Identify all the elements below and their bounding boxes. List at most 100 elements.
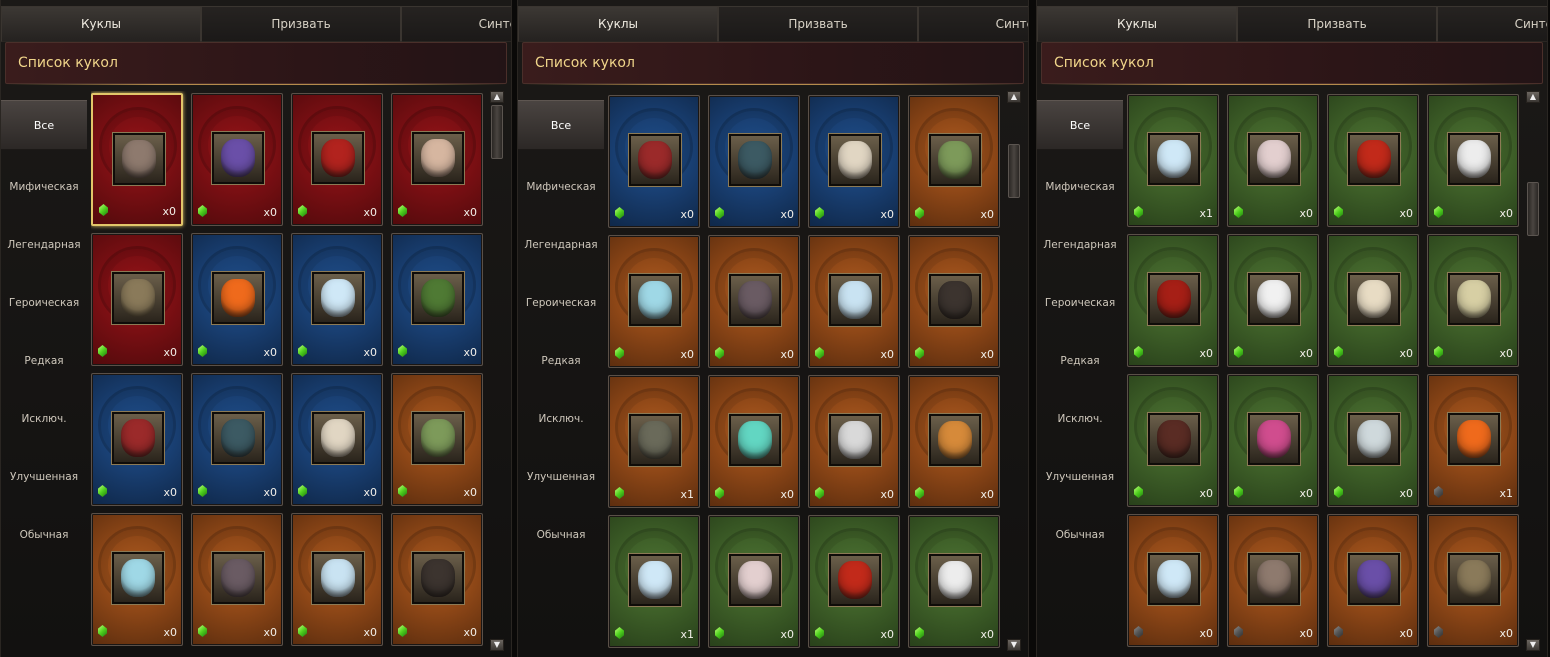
tab-synthesis[interactable]: Синтез [918,6,1028,42]
doll-card[interactable]: x0 [1227,374,1319,507]
filter-heroic[interactable]: Героическая [518,274,604,332]
doll-card[interactable]: x0 [191,93,283,226]
scroll-down-arrow-icon[interactable]: ▼ [490,639,504,651]
doll-card[interactable]: x0 [391,233,483,366]
doll-figure-icon [838,281,872,319]
tab-summon[interactable]: Призвать [201,6,401,42]
doll-card[interactable]: x1 [608,515,700,648]
filter-all[interactable]: Все [1037,100,1123,150]
doll-count: x0 [780,488,794,501]
grid-scrollbar[interactable]: ▲ ▼ [1007,91,1021,651]
filter-improved[interactable]: Улучшенная [1037,448,1123,506]
doll-card[interactable]: x0 [808,235,900,368]
doll-card[interactable]: x1 [608,375,700,508]
doll-card[interactable]: x0 [391,93,483,226]
doll-card[interactable]: x0 [291,93,383,226]
doll-figure-icon [938,421,972,459]
filter-common[interactable]: Обычная [1,506,87,564]
doll-card[interactable]: x0 [708,235,800,368]
filter-mythic[interactable]: Мифическая [1,158,87,216]
tab-summon[interactable]: Призвать [1237,6,1437,42]
filter-legendary[interactable]: Легендарная [1,216,87,274]
doll-card[interactable]: x0 [291,233,383,366]
doll-card[interactable]: x0 [1127,514,1219,647]
doll-card[interactable]: x0 [191,233,283,366]
doll-card[interactable]: x0 [91,373,183,506]
tab-summon[interactable]: Призвать [718,6,918,42]
doll-card[interactable]: x0 [1427,514,1519,647]
doll-card[interactable]: x0 [291,373,383,506]
doll-card[interactable]: x0 [1327,234,1419,367]
filter-common[interactable]: Обычная [1037,506,1123,564]
doll-card[interactable]: x0 [91,233,183,366]
scroll-down-arrow-icon[interactable]: ▼ [1526,639,1540,651]
filter-heroic[interactable]: Героическая [1037,274,1123,332]
doll-card[interactable]: x0 [908,375,1000,508]
filter-all[interactable]: Все [518,100,604,150]
green-crystal-icon [615,627,624,639]
filter-legendary[interactable]: Легендарная [1037,216,1123,274]
filter-legendary[interactable]: Легендарная [518,216,604,274]
filter-improved[interactable]: Улучшенная [1,448,87,506]
doll-card[interactable]: x0 [391,513,483,646]
doll-card[interactable]: x0 [191,513,283,646]
scroll-up-arrow-icon[interactable]: ▲ [490,91,504,103]
grid-scrollbar[interactable]: ▲ ▼ [490,91,504,651]
scroll-thumb[interactable] [491,105,503,159]
doll-card[interactable]: x0 [1127,234,1219,367]
doll-card[interactable]: x1 [1427,374,1519,507]
tab-dolls[interactable]: Куклы [518,6,718,42]
scroll-thumb[interactable] [1008,143,1020,198]
doll-card[interactable]: x0 [1327,374,1419,507]
scroll-up-arrow-icon[interactable]: ▲ [1007,91,1021,103]
doll-card[interactable]: x0 [1227,234,1319,367]
doll-card[interactable]: x0 [391,373,483,506]
doll-count: x0 [1199,627,1213,640]
doll-card[interactable]: x0 [908,95,1000,228]
doll-card[interactable]: x0 [1327,94,1419,227]
doll-card[interactable]: x0 [808,95,900,228]
doll-card[interactable]: x0 [1427,234,1519,367]
filter-improved[interactable]: Улучшенная [518,448,604,506]
filter-exclusive[interactable]: Исключ. [1037,390,1123,448]
doll-card[interactable]: x0 [91,513,183,646]
doll-card[interactable]: x0 [91,93,183,226]
doll-card[interactable]: x0 [608,235,700,368]
doll-card[interactable]: x0 [908,235,1000,368]
doll-card[interactable]: x0 [1127,374,1219,507]
doll-card[interactable]: x0 [808,515,900,648]
filter-exclusive[interactable]: Исключ. [1,390,87,448]
filter-rare[interactable]: Редкая [1037,332,1123,390]
doll-card[interactable]: x0 [1227,94,1319,227]
filter-mythic[interactable]: Мифическая [1037,158,1123,216]
doll-card[interactable]: x0 [1227,514,1319,647]
filter-common[interactable]: Обычная [518,506,604,564]
tab-synthesis[interactable]: Синтез [401,6,511,42]
doll-card[interactable]: x1 [1127,94,1219,227]
doll-portrait [829,134,881,186]
doll-card[interactable]: x0 [708,515,800,648]
filter-all[interactable]: Все [1,100,87,150]
doll-card[interactable]: x0 [1427,94,1519,227]
doll-card[interactable]: x0 [291,513,383,646]
doll-figure-icon [938,141,972,179]
tab-dolls[interactable]: Куклы [1037,6,1237,42]
doll-card[interactable]: x0 [1327,514,1419,647]
doll-card[interactable]: x0 [708,95,800,228]
doll-card[interactable]: x0 [808,375,900,508]
tab-synthesis[interactable]: Синтез [1437,6,1547,42]
scroll-up-arrow-icon[interactable]: ▲ [1526,91,1540,103]
scroll-thumb[interactable] [1527,182,1539,237]
grid-scrollbar[interactable]: ▲ ▼ [1526,91,1540,651]
filter-exclusive[interactable]: Исключ. [518,390,604,448]
filter-rare[interactable]: Редкая [518,332,604,390]
scroll-down-arrow-icon[interactable]: ▼ [1007,639,1021,651]
filter-mythic[interactable]: Мифическая [518,158,604,216]
filter-heroic[interactable]: Героическая [1,274,87,332]
tab-dolls[interactable]: Куклы [1,6,201,42]
doll-card[interactable]: x0 [708,375,800,508]
doll-card[interactable]: x0 [908,515,1000,648]
filter-rare[interactable]: Редкая [1,332,87,390]
doll-card[interactable]: x0 [191,373,283,506]
doll-card[interactable]: x0 [608,95,700,228]
